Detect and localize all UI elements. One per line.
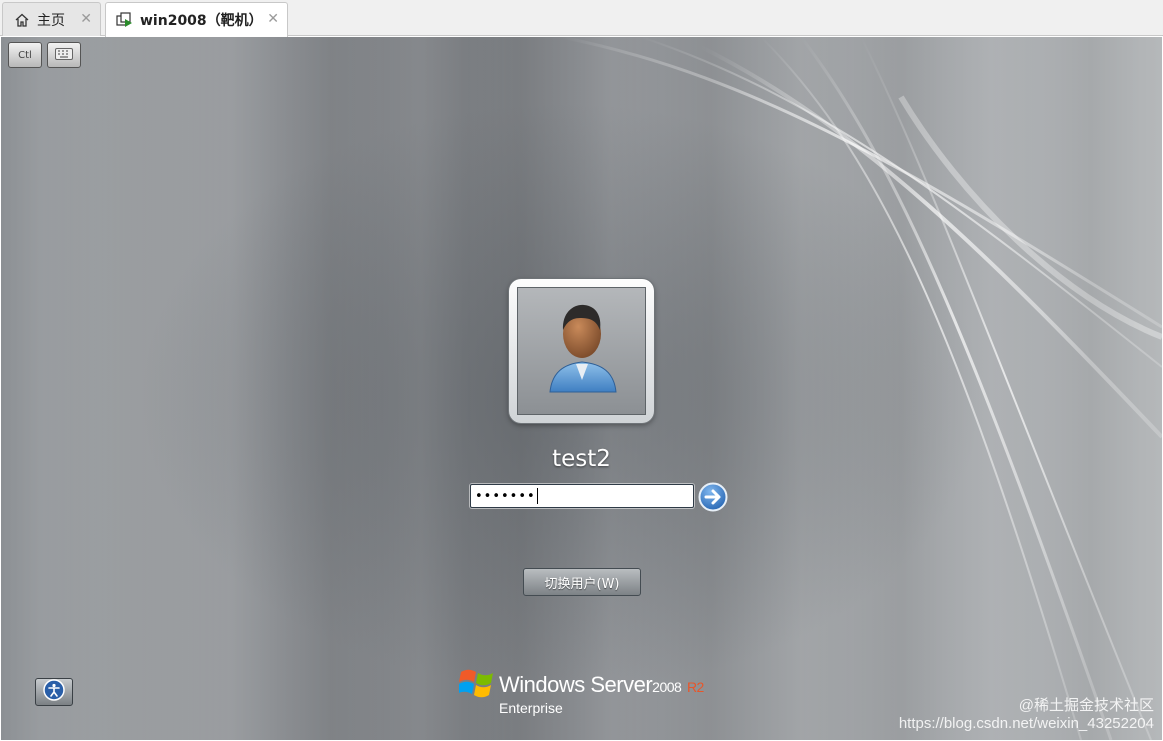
text-caret (536, 488, 538, 504)
tab-win2008[interactable]: win2008（靶机） ✕ (105, 2, 288, 37)
edition-label: Enterprise (499, 700, 563, 716)
close-icon[interactable]: ✕ (267, 11, 279, 27)
password-value: ••••••• (475, 488, 536, 504)
release-label: R2 (686, 679, 704, 695)
tab-bar: 主页 ✕ win2008（靶机） ✕ (0, 0, 1163, 37)
close-icon[interactable]: ✕ (80, 11, 92, 27)
user-tile (509, 279, 654, 423)
windows-server-branding: Windows Server2008 R2 Enterprise (457, 664, 719, 720)
windows-flag-icon (457, 667, 495, 700)
watermark-line2: https://blog.csdn.net/weixin_43252204 (898, 715, 1154, 732)
version-label: 2008 (652, 679, 682, 695)
ease-of-access-button[interactable] (35, 678, 73, 706)
switch-user-button[interactable]: 切换用户(W) (523, 568, 641, 596)
arrow-right-icon (698, 482, 728, 516)
remote-screen[interactable]: Ctl test2 ••••••• 切换用户(W) Windows Server… (1, 37, 1162, 740)
keyboard-icon (55, 47, 73, 63)
tab-home-label: 主页 (37, 12, 65, 29)
username-label: test2 (552, 446, 611, 472)
avatar (517, 287, 646, 415)
keyboard-button[interactable] (47, 42, 81, 68)
submit-login-button[interactable] (698, 482, 728, 512)
password-input[interactable]: ••••••• (470, 484, 694, 508)
home-icon (13, 11, 31, 29)
switch-user-label: 切换用户(W) (544, 576, 620, 592)
product-label: Windows Server (499, 672, 653, 697)
tab-win2008-label: win2008（靶机） (140, 13, 263, 29)
watermark: @稀土掘金技术社区 https://blog.csdn.net/weixin_4… (899, 697, 1154, 733)
ctrl-alt-del-label: Ctl (18, 49, 32, 61)
tab-home[interactable]: 主页 ✕ (2, 2, 101, 36)
ease-of-access-icon (43, 679, 65, 705)
watermark-line1: @稀土掘金技术社区 (1018, 697, 1154, 714)
product-name: Windows Server2008 R2 (499, 672, 704, 698)
ctrl-alt-del-button[interactable]: Ctl (8, 42, 42, 68)
vm-icon (116, 11, 134, 29)
